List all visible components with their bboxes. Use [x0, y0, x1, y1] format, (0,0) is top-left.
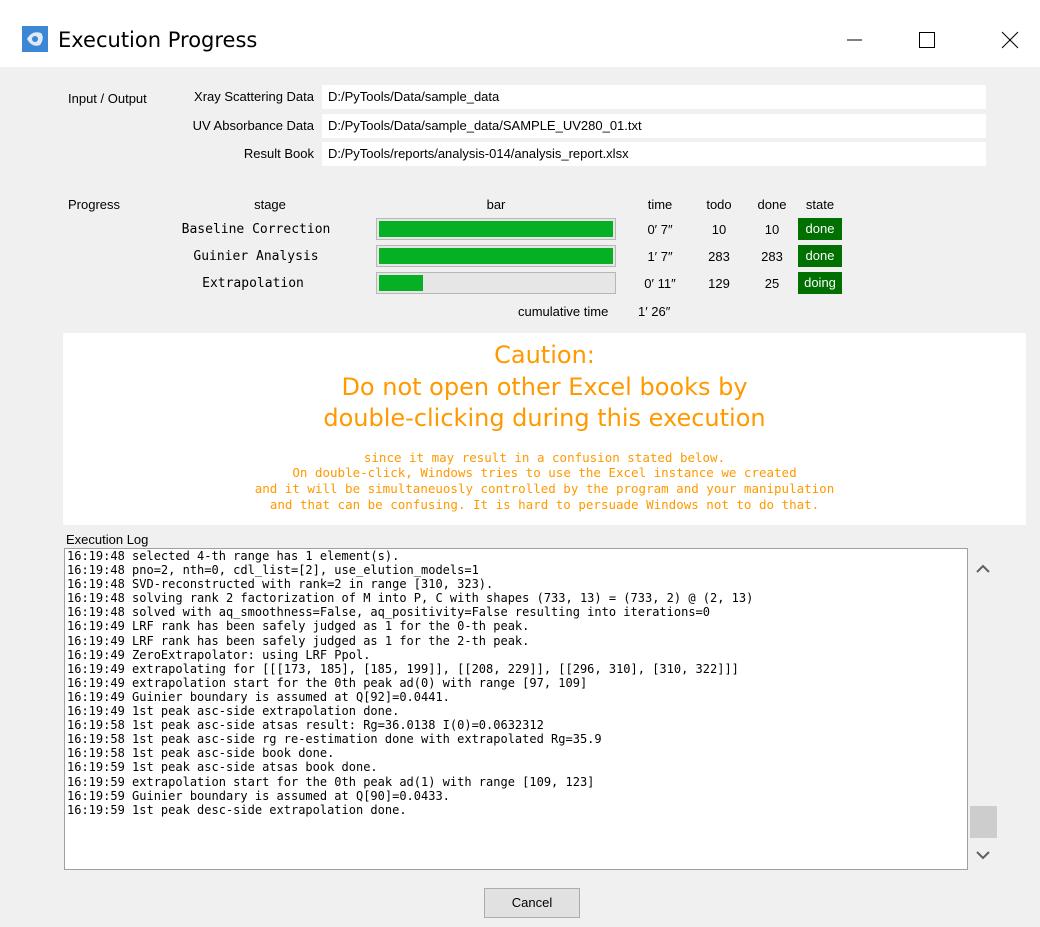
- io-label-uv: UV Absorbance Data: [192, 118, 314, 133]
- state-badge-extrapolation: doing: [798, 272, 842, 294]
- app-icon: [22, 26, 48, 52]
- header-done: done: [757, 197, 787, 212]
- caution-detail-1: since it may result in a confusion state…: [363, 450, 726, 465]
- log-line: 16:19:49 extrapolation start for the 0th…: [67, 675, 588, 690]
- log-lines: 16:19:48 selected 4-th range has 1 eleme…: [65, 549, 967, 817]
- log-line: 16:19:48 solving rank 2 factorization of…: [67, 591, 754, 606]
- window-title: Execution Progress: [58, 28, 258, 52]
- io-value-xray: D:/PyTools/Data/sample_data: [322, 85, 986, 109]
- log-line: 16:19:58 1st peak asc-side atsas result:…: [67, 718, 544, 733]
- caution-line-1: Do not open other Excel books by: [341, 373, 748, 401]
- title-bar[interactable]: Execution Progress: [0, 0, 1040, 68]
- execution-log-textbox[interactable]: 16:19:48 selected 4-th range has 1 eleme…: [64, 548, 968, 870]
- log-line: 16:19:59 Guinier boundary is assumed at …: [67, 788, 450, 803]
- io-value-uv: D:/PyTools/Data/sample_data/SAMPLE_UV280…: [322, 114, 986, 138]
- progress-bar-extrapolation: [376, 272, 616, 294]
- scrollbar-thumb[interactable]: [970, 806, 997, 838]
- header-time: time: [647, 197, 673, 212]
- stage-name-baseline: Baseline Correction: [181, 222, 331, 237]
- caution-panel: Caution: Do not open other Excel books b…: [63, 333, 1026, 525]
- time-baseline: 0′ 7″: [647, 222, 673, 237]
- time-extrapolation: 0′ 11″: [644, 276, 676, 291]
- header-stage: stage: [254, 197, 286, 212]
- close-button[interactable]: [990, 20, 1030, 60]
- caution-detail-2: On double-click, Windows tries to use th…: [292, 465, 797, 480]
- cumulative-time-label: cumulative time: [518, 304, 609, 319]
- log-line: 16:19:48 pno=2, nth=0, cdl_list=[2], use…: [67, 563, 479, 578]
- done-baseline: 10: [764, 222, 780, 237]
- caution-line-2: double-clicking during this execution: [323, 404, 766, 432]
- io-label-xray: Xray Scattering Data: [194, 89, 314, 104]
- log-line: 16:19:48 solved with aq_smoothness=False…: [67, 605, 710, 620]
- log-line: 16:19:49 LRF rank has been safely judged…: [67, 633, 530, 648]
- scroll-up-arrow-icon[interactable]: [968, 554, 998, 584]
- caution-heading: Caution:: [494, 341, 595, 369]
- stage-name-guinier: Guinier Analysis: [193, 249, 319, 264]
- progress-fill-guinier: [379, 248, 613, 264]
- log-scrollbar[interactable]: [968, 548, 998, 870]
- cancel-button[interactable]: Cancel: [484, 888, 580, 918]
- stage-name-extrapolation: Extrapolation: [202, 276, 304, 291]
- progress-fill-baseline: [379, 221, 613, 237]
- execution-log-label: Execution Log: [66, 532, 149, 547]
- log-line: 16:19:49 ZeroExtrapolator: using LRF Ppo…: [67, 647, 371, 662]
- caution-detail-4: and that can be confusing. It is hard to…: [269, 497, 820, 512]
- state-badge-guinier: done: [798, 245, 842, 267]
- log-line: 16:19:59 extrapolation start for the 0th…: [67, 774, 595, 789]
- log-line: 16:19:48 selected 4-th range has 1 eleme…: [67, 549, 400, 563]
- scroll-down-arrow-icon[interactable]: [968, 840, 998, 870]
- todo-extrapolation: 129: [708, 276, 730, 291]
- log-line: 16:19:48 SVD-reconstructed with rank=2 i…: [67, 577, 494, 592]
- log-line: 16:19:49 extrapolating for [[[173, 185],…: [67, 661, 739, 676]
- execution-progress-window: Execution Progress Input / Output Xray S…: [0, 0, 1040, 927]
- progress-bar-baseline: [376, 218, 616, 240]
- log-line: 16:19:59 1st peak desc-side extrapolatio…: [67, 802, 407, 817]
- cumulative-time-value: 1′ 26″: [638, 304, 671, 319]
- header-bar: bar: [486, 197, 506, 212]
- todo-baseline: 10: [711, 222, 727, 237]
- header-todo: todo: [706, 197, 732, 212]
- progress-fill-extrapolation: [379, 275, 423, 291]
- maximize-button[interactable]: [906, 20, 946, 60]
- todo-guinier: 283: [708, 249, 730, 264]
- progress-section-label: Progress: [68, 197, 121, 212]
- log-line: 16:19:58 1st peak asc-side book done.: [67, 746, 335, 761]
- io-value-result-book: D:/PyTools/reports/analysis-014/analysis…: [322, 142, 986, 166]
- progress-bar-guinier: [376, 245, 616, 267]
- log-line: 16:19:49 1st peak asc-side extrapolation…: [67, 704, 400, 719]
- log-line: 16:19:49 LRF rank has been safely judged…: [67, 619, 530, 634]
- log-line: 16:19:58 1st peak asc-side rg re-estimat…: [67, 732, 602, 747]
- header-state: state: [805, 197, 835, 212]
- minimize-button[interactable]: [834, 20, 874, 60]
- caution-detail-3: and it will be simultaneuosly controlled…: [254, 481, 835, 496]
- time-guinier: 1′ 7″: [647, 249, 673, 264]
- done-extrapolation: 25: [764, 276, 780, 291]
- io-label-result-book: Result Book: [243, 146, 314, 161]
- log-line: 16:19:59 1st peak asc-side atsas book do…: [67, 760, 378, 775]
- state-badge-baseline: done: [798, 218, 842, 240]
- log-line: 16:19:49 Guinier boundary is assumed at …: [67, 689, 450, 704]
- done-guinier: 283: [761, 249, 783, 264]
